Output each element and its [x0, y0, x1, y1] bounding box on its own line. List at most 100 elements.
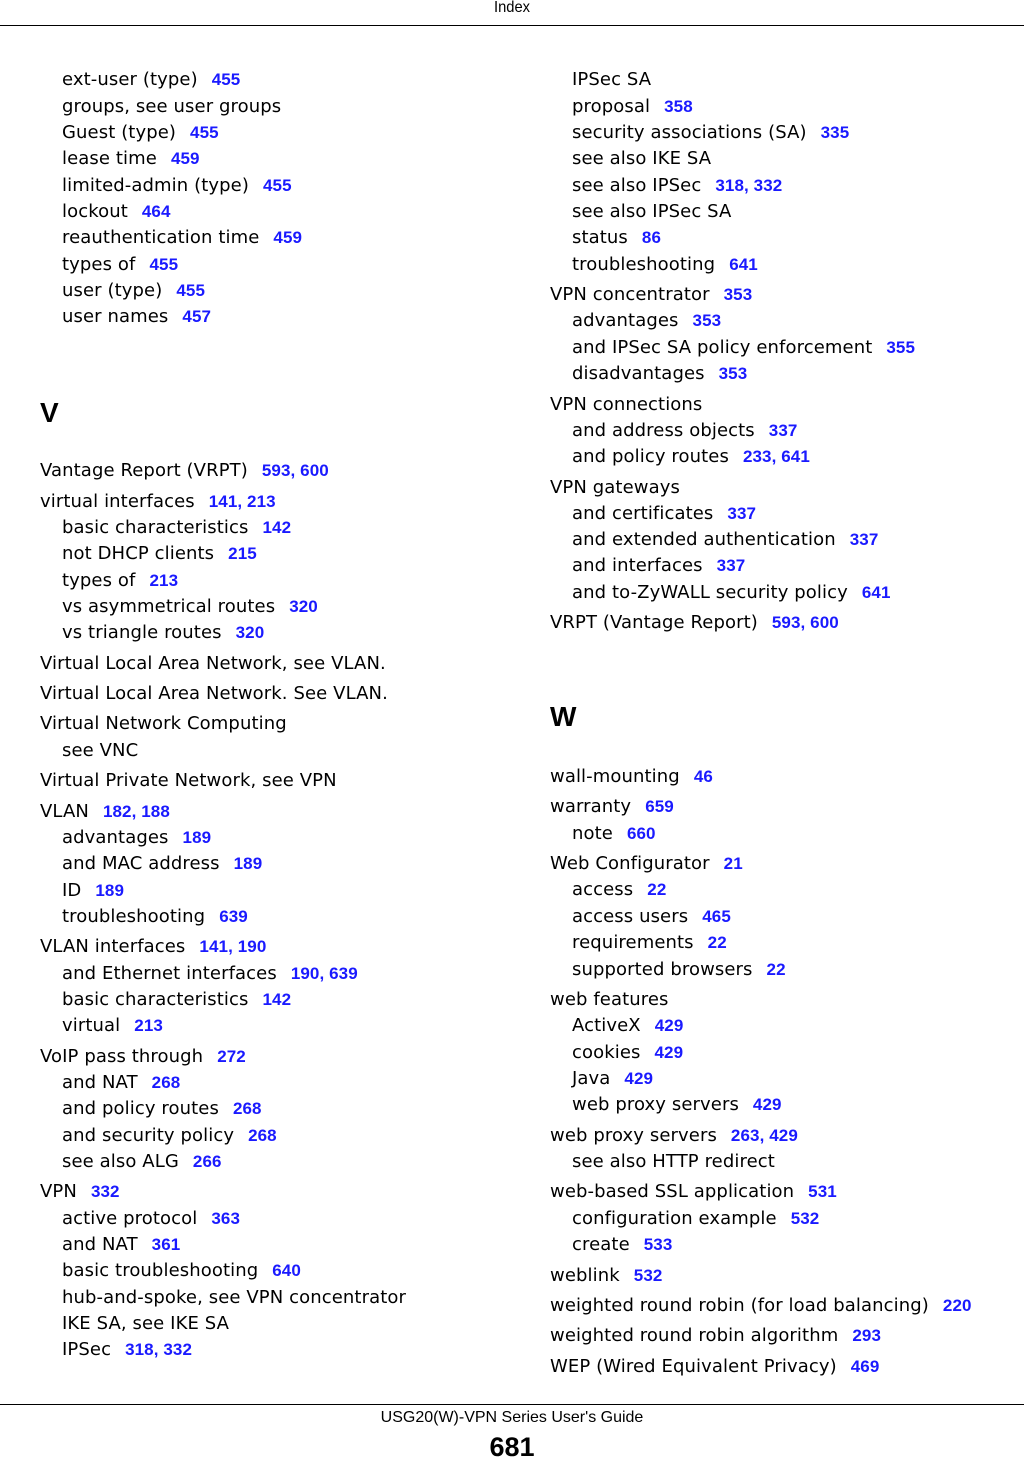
page-reference-link[interactable]: 213	[134, 1016, 163, 1035]
page-reference-link[interactable]: 141, 213	[209, 492, 276, 511]
page-reference-link[interactable]: 21	[724, 854, 743, 873]
page-reference-link[interactable]: 429	[753, 1095, 782, 1114]
index-subentry: ID 189	[40, 881, 124, 901]
page-reference-link[interactable]: 361	[152, 1235, 181, 1254]
index-subentry: and IPSec SA policy enforcement 355	[550, 338, 915, 358]
page-reference-link[interactable]: 142	[262, 990, 291, 1009]
page-reference-link[interactable]: 142	[262, 518, 291, 537]
page-reference-link[interactable]: 189	[95, 881, 124, 900]
page-reference-link[interactable]: 190, 639	[291, 964, 358, 983]
index-term: VPN connections	[550, 394, 703, 415]
page-reference-link[interactable]: 363	[211, 1209, 240, 1228]
page-reference-link[interactable]: 455	[263, 176, 292, 195]
page-reference-link[interactable]: 268	[233, 1099, 262, 1118]
page-reference-link[interactable]: 189	[183, 828, 212, 847]
page-reference-link[interactable]: 22	[767, 960, 786, 979]
index-subentry: note 660	[550, 824, 656, 844]
page-reference-link[interactable]: 532	[634, 1266, 663, 1285]
page-reference-link[interactable]: 337	[717, 556, 746, 575]
index-entry: web features	[550, 990, 669, 1010]
page-reference-link[interactable]: 213	[149, 571, 178, 590]
page-reference-link[interactable]: 337	[769, 421, 798, 440]
index-term: active protocol	[62, 1208, 198, 1229]
index-subentry: configuration example 532	[550, 1209, 819, 1229]
section-letter-v: V	[40, 397, 59, 428]
page-reference-link[interactable]: 332	[91, 1182, 120, 1201]
index-entry: Virtual Local Area Network, see VLAN.	[40, 654, 386, 674]
page-reference-link[interactable]: 660	[627, 824, 656, 843]
page-reference-link[interactable]: 533	[644, 1235, 673, 1254]
index-subentry: and extended authentication 337	[550, 530, 878, 550]
page-reference-link[interactable]: 455	[190, 123, 219, 142]
index-term: VPN	[40, 1181, 77, 1202]
page-reference-link[interactable]: 353	[693, 311, 722, 330]
page-reference-link[interactable]: 318, 332	[715, 176, 782, 195]
page-reference-link[interactable]: 189	[234, 854, 263, 873]
page-reference-link[interactable]: 182, 188	[103, 802, 170, 821]
index-term: and Ethernet interfaces	[62, 963, 277, 984]
page-reference-link[interactable]: 641	[729, 255, 758, 274]
index-subentry: troubleshooting 641	[550, 255, 758, 275]
index-subentry: and NAT 361	[40, 1235, 180, 1255]
index-term: VPN gateways	[550, 477, 680, 498]
page-reference-link[interactable]: 263, 429	[731, 1126, 798, 1145]
page-reference-link[interactable]: 429	[624, 1069, 653, 1088]
page-reference-link[interactable]: 640	[272, 1261, 301, 1280]
page-reference-link[interactable]: 268	[152, 1073, 181, 1092]
page-reference-link[interactable]: 320	[289, 597, 318, 616]
page-reference-link[interactable]: 22	[708, 933, 727, 952]
page-reference-link[interactable]: 355	[886, 338, 915, 357]
index-term: note	[572, 823, 613, 844]
index-term: Guest (type)	[62, 122, 177, 143]
index-subentry: and policy routes 233, 641	[550, 447, 810, 467]
page-reference-link[interactable]: 455	[149, 255, 178, 274]
page-reference-link[interactable]: 455	[176, 281, 205, 300]
index-subentry: vs triangle routes 320	[40, 623, 264, 643]
index-term: VPN concentrator	[550, 284, 710, 305]
page-reference-link[interactable]: 465	[702, 907, 731, 926]
index-subentry: see also ALG 266	[40, 1152, 222, 1172]
page-reference-link[interactable]: 593, 600	[262, 461, 329, 480]
page-reference-link[interactable]: 455	[212, 70, 241, 89]
page-reference-link[interactable]: 459	[171, 149, 200, 168]
index-entry: VPN gateways	[550, 478, 680, 498]
index-term: cookies	[572, 1042, 641, 1063]
page-reference-link[interactable]: 46	[694, 767, 713, 786]
index-term: basic characteristics	[62, 989, 249, 1010]
page-reference-link[interactable]: 268	[248, 1126, 277, 1145]
page-reference-link[interactable]: 215	[228, 544, 257, 563]
page-reference-link[interactable]: 86	[642, 228, 661, 247]
page-reference-link[interactable]: 464	[142, 202, 171, 221]
page-reference-link[interactable]: 532	[791, 1209, 820, 1228]
page-reference-link[interactable]: 659	[645, 797, 674, 816]
page-reference-link[interactable]: 457	[182, 307, 211, 326]
index-term: hub-and-spoke, see VPN concentrator	[62, 1287, 406, 1308]
page-reference-link[interactable]: 266	[193, 1152, 222, 1171]
page-reference-link[interactable]: 141, 190	[199, 937, 266, 956]
index-subentry: virtual 213	[40, 1016, 163, 1036]
page-reference-link[interactable]: 353	[724, 285, 753, 304]
page-reference-link[interactable]: 335	[821, 123, 850, 142]
page-reference-link[interactable]: 469	[851, 1357, 880, 1376]
page-reference-link[interactable]: 429	[655, 1016, 684, 1035]
page-reference-link[interactable]: 337	[850, 530, 879, 549]
page-reference-link[interactable]: 641	[862, 583, 891, 602]
page-reference-link[interactable]: 429	[655, 1043, 684, 1062]
index-term: virtual interfaces	[40, 491, 195, 512]
page-reference-link[interactable]: 293	[852, 1326, 881, 1345]
page-reference-link[interactable]: 272	[217, 1047, 246, 1066]
page-reference-link[interactable]: 639	[219, 907, 248, 926]
page-reference-link[interactable]: 233, 641	[743, 447, 810, 466]
page-reference-link[interactable]: 318, 332	[125, 1340, 192, 1359]
page-reference-link[interactable]: 531	[808, 1182, 837, 1201]
page-reference-link[interactable]: 459	[273, 228, 302, 247]
page-reference-link[interactable]: 220	[943, 1296, 972, 1315]
page-reference-link[interactable]: 593, 600	[772, 613, 839, 632]
index-subentry: access 22	[550, 880, 666, 900]
page-reference-link[interactable]: 358	[664, 97, 693, 116]
index-term: web proxy servers	[572, 1094, 739, 1115]
page-reference-link[interactable]: 353	[719, 364, 748, 383]
page-reference-link[interactable]: 22	[647, 880, 666, 899]
page-reference-link[interactable]: 337	[727, 504, 756, 523]
page-reference-link[interactable]: 320	[236, 623, 265, 642]
